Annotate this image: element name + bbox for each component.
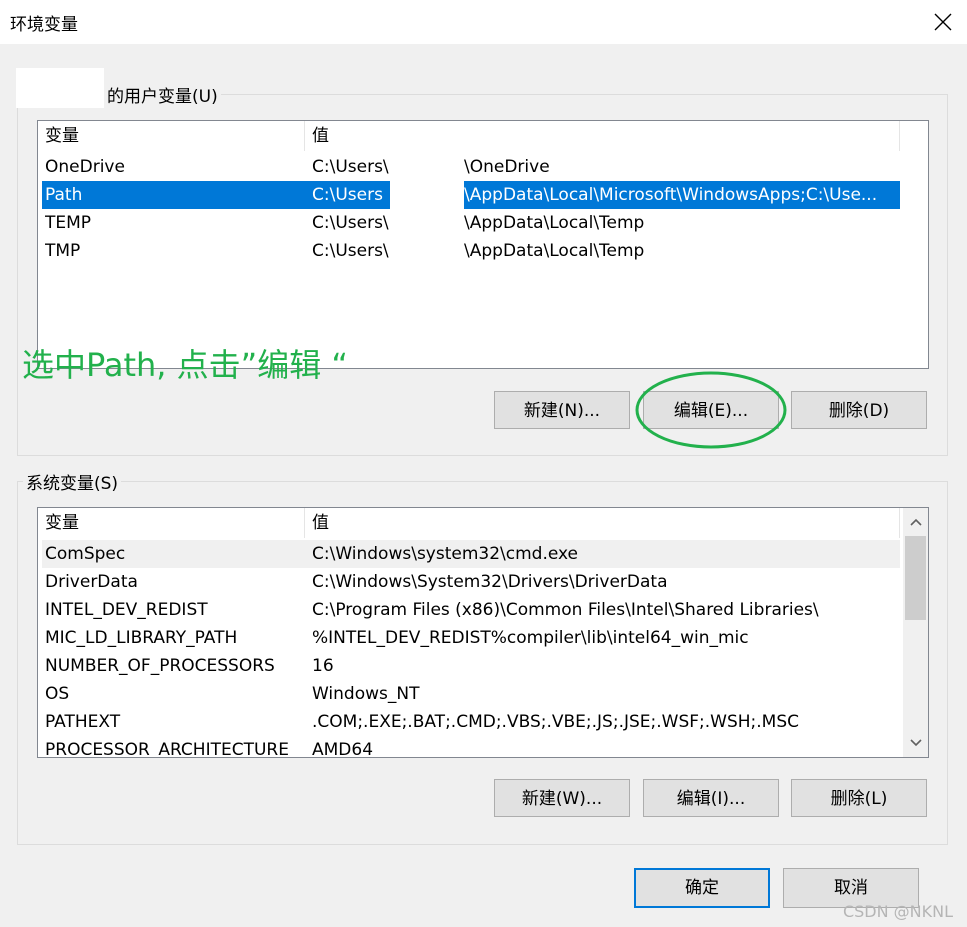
close-button[interactable]: [919, 0, 967, 44]
title-bar: 环境变量: [0, 0, 967, 44]
user-var-row-tmp[interactable]: TMP C:\Users\ \AppData\Local\Temp: [42, 237, 900, 265]
redacted-username: [390, 181, 464, 209]
system-variables-header: 变量 值: [38, 508, 900, 538]
system-var-row[interactable]: OS Windows_NT: [42, 680, 900, 708]
scroll-thumb[interactable]: [905, 536, 926, 620]
watermark: CSDN @NKNL: [842, 902, 953, 921]
var-value-prefix: C:\Users\: [312, 157, 389, 177]
var-value-suffix: \OneDrive: [464, 157, 550, 177]
system-edit-button[interactable]: 编辑(I)...: [643, 779, 779, 817]
var-value-prefix: C:\Users\: [312, 213, 389, 233]
var-name: OneDrive: [45, 157, 125, 177]
system-var-row[interactable]: ComSpec C:\Windows\system32\cmd.exe: [42, 540, 900, 568]
var-name: NUMBER_OF_PROCESSORS: [45, 656, 275, 676]
system-variables-label: 系统变量(S): [23, 469, 122, 494]
var-name: OS: [45, 684, 70, 704]
column-header-value[interactable]: 值: [305, 121, 900, 151]
var-name: ComSpec: [45, 544, 126, 564]
user-var-row-path[interactable]: Path C:\Users \AppData\Local\Microsoft\W…: [42, 181, 900, 209]
scroll-down-button[interactable]: [903, 731, 928, 755]
var-value: Windows_NT: [312, 684, 420, 704]
var-value: %INTEL_DEV_REDIST%compiler\lib\intel64_w…: [312, 628, 749, 648]
scroll-up-button[interactable]: [903, 510, 928, 534]
var-name: DriverData: [45, 572, 138, 592]
var-name: Path: [45, 185, 83, 205]
var-value: C:\Windows\system32\cmd.exe: [312, 544, 579, 564]
system-var-row[interactable]: PROCESSOR_ARCHITECTURE AMD64: [42, 736, 900, 758]
column-header-variable[interactable]: 变量: [38, 121, 305, 151]
var-value-prefix: C:\Users: [312, 185, 383, 205]
system-delete-button[interactable]: 删除(L): [791, 779, 927, 817]
var-value: .COM;.EXE;.BAT;.CMD;.VBS;.VBE;.JS;.JSE;.…: [312, 712, 800, 732]
redacted-username: [16, 68, 104, 108]
var-value: AMD64: [312, 740, 374, 758]
var-value-suffix: \AppData\Local\Temp: [464, 241, 645, 261]
var-name: MIC_LD_LIBRARY_PATH: [45, 628, 238, 648]
user-variables-list[interactable]: 变量 值 OneDrive C:\Users\ \OneDrive Path C…: [37, 120, 929, 369]
window-title: 环境变量: [10, 15, 78, 35]
user-var-row-temp[interactable]: TEMP C:\Users\ \AppData\Local\Temp: [42, 209, 900, 237]
var-value-prefix: C:\Users\: [312, 241, 389, 261]
annotation-instruction: 选中Path, 点击”编辑 “: [22, 346, 348, 384]
var-name: TMP: [45, 241, 81, 261]
ok-button[interactable]: 确定: [634, 868, 770, 908]
system-var-row[interactable]: NUMBER_OF_PROCESSORS 16: [42, 652, 900, 680]
user-delete-button[interactable]: 删除(D): [791, 391, 927, 429]
column-header-variable[interactable]: 变量: [38, 508, 305, 538]
var-value: C:\Program Files (x86)\Common Files\Inte…: [312, 600, 819, 620]
user-var-row-onedrive[interactable]: OneDrive C:\Users\ \OneDrive: [42, 153, 900, 181]
column-header-value[interactable]: 值: [305, 508, 900, 538]
system-variables-scrollbar[interactable]: [903, 508, 928, 757]
chevron-down-icon: [909, 739, 922, 747]
system-var-row[interactable]: PATHEXT .COM;.EXE;.BAT;.CMD;.VBS;.VBE;.J…: [42, 708, 900, 736]
var-value: C:\Windows\System32\Drivers\DriverData: [312, 572, 668, 592]
system-variables-list[interactable]: 变量 值 ComSpec C:\Windows\system32\cmd.exe…: [37, 507, 929, 758]
highlight-ellipse: [635, 371, 787, 449]
user-variables-header: 变量 值: [38, 121, 900, 151]
system-new-button[interactable]: 新建(W)...: [494, 779, 630, 817]
system-var-row[interactable]: MIC_LD_LIBRARY_PATH %INTEL_DEV_REDIST%co…: [42, 624, 900, 652]
var-name: TEMP: [45, 213, 92, 233]
system-var-row[interactable]: INTEL_DEV_REDIST C:\Program Files (x86)\…: [42, 596, 900, 624]
var-value-suffix: \AppData\Local\Microsoft\WindowsApps;C:\…: [464, 185, 878, 205]
var-name: PROCESSOR_ARCHITECTURE: [45, 740, 289, 758]
var-value: 16: [312, 656, 334, 676]
user-new-button[interactable]: 新建(N)...: [494, 391, 630, 429]
var-name: PATHEXT: [45, 712, 121, 732]
close-icon: [934, 13, 952, 31]
var-value-suffix: \AppData\Local\Temp: [464, 213, 645, 233]
var-name: INTEL_DEV_REDIST: [45, 600, 208, 620]
user-variables-label: 的用户变量(U): [104, 82, 221, 107]
system-var-row[interactable]: DriverData C:\Windows\System32\Drivers\D…: [42, 568, 900, 596]
chevron-up-icon: [909, 518, 922, 526]
